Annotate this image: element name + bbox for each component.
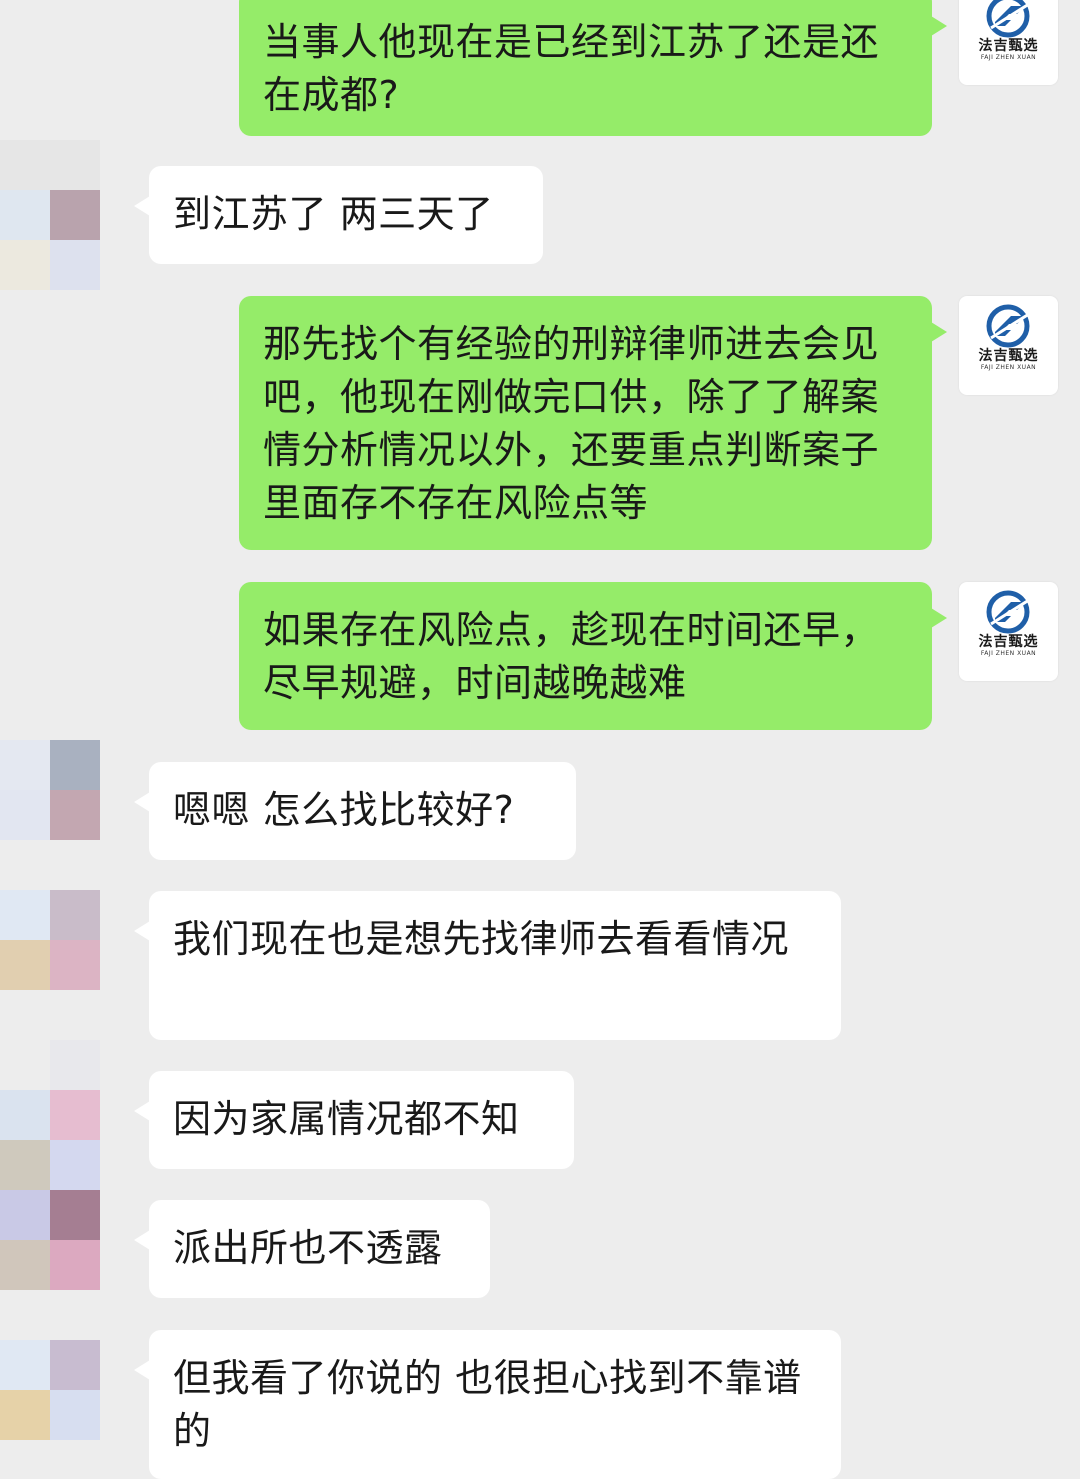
message-text: 如果存在风险点，趁现在时间还早，尽早规避，时间越晚越难 bbox=[263, 608, 880, 705]
fj-logo-icon bbox=[986, 0, 1030, 38]
message-bubble-incoming[interactable]: 派出所也不透露 bbox=[134, 1200, 490, 1298]
message-text: 那先找个有经验的刑辩律师进去会见吧，他现在刚做完口供，除了了解案情分析情况以外，… bbox=[263, 322, 880, 525]
logo-name: 法吉甄选 bbox=[978, 348, 1039, 364]
message-bubble-incoming[interactable]: 因为家属情况都不知 bbox=[134, 1071, 574, 1169]
contact-avatar[interactable] bbox=[0, 1190, 100, 1290]
sender-avatar[interactable]: 法吉甄选 FAJI ZHEN XUAN bbox=[959, 582, 1058, 681]
contact-avatar[interactable] bbox=[0, 890, 100, 990]
message-text: 到江苏了 两三天了 bbox=[173, 192, 494, 236]
message-bubble-incoming[interactable]: 到江苏了 两三天了 bbox=[134, 166, 543, 264]
chat-window[interactable]: 当事人他现在是已经到江苏了还是还在成都? 法吉甄选 FAJI ZHEN XUAN… bbox=[0, 0, 1080, 1479]
message-text: 当事人他现在是已经到江苏了还是还在成都? bbox=[263, 20, 880, 117]
message-bubble-outgoing[interactable]: 当事人他现在是已经到江苏了还是还在成都? bbox=[239, 0, 947, 136]
logo-subtitle: FAJI ZHEN XUAN bbox=[980, 650, 1037, 657]
sender-avatar[interactable]: 法吉甄选 FAJI ZHEN XUAN bbox=[959, 0, 1058, 85]
message-text: 我们现在也是想先找律师去看看情况 bbox=[173, 917, 790, 961]
message-bubble-outgoing[interactable]: 那先找个有经验的刑辩律师进去会见吧，他现在刚做完口供，除了了解案情分析情况以外，… bbox=[239, 296, 947, 550]
logo-name: 法吉甄选 bbox=[978, 634, 1039, 650]
sender-avatar[interactable]: 法吉甄选 FAJI ZHEN XUAN bbox=[959, 296, 1058, 395]
message-bubble-outgoing[interactable]: 如果存在风险点，趁现在时间还早，尽早规避，时间越晚越难 bbox=[239, 582, 947, 730]
contact-avatar[interactable] bbox=[0, 740, 100, 840]
message-bubble-incoming[interactable]: 我们现在也是想先找律师去看看情况 bbox=[134, 891, 841, 1040]
message-text: 派出所也不透露 bbox=[173, 1226, 443, 1270]
message-text: 嗯嗯 怎么找比较好? bbox=[173, 788, 515, 832]
contact-avatar[interactable] bbox=[0, 1340, 100, 1440]
fj-logo-icon bbox=[986, 304, 1030, 348]
contact-avatar[interactable] bbox=[0, 190, 100, 290]
message-bubble-incoming[interactable]: 嗯嗯 怎么找比较好? bbox=[134, 762, 576, 860]
message-text: 因为家属情况都不知 bbox=[173, 1097, 520, 1141]
logo-name: 法吉甄选 bbox=[978, 38, 1039, 54]
fj-logo-icon bbox=[986, 590, 1030, 634]
message-bubble-incoming[interactable]: 但我看了你说的 也很担心找到不靠谱的 bbox=[134, 1330, 841, 1479]
logo-subtitle: FAJI ZHEN XUAN bbox=[980, 364, 1037, 371]
message-text: 但我看了你说的 也很担心找到不靠谱的 bbox=[173, 1356, 802, 1453]
logo-subtitle: FAJI ZHEN XUAN bbox=[980, 54, 1037, 61]
contact-avatar[interactable] bbox=[0, 1090, 100, 1190]
